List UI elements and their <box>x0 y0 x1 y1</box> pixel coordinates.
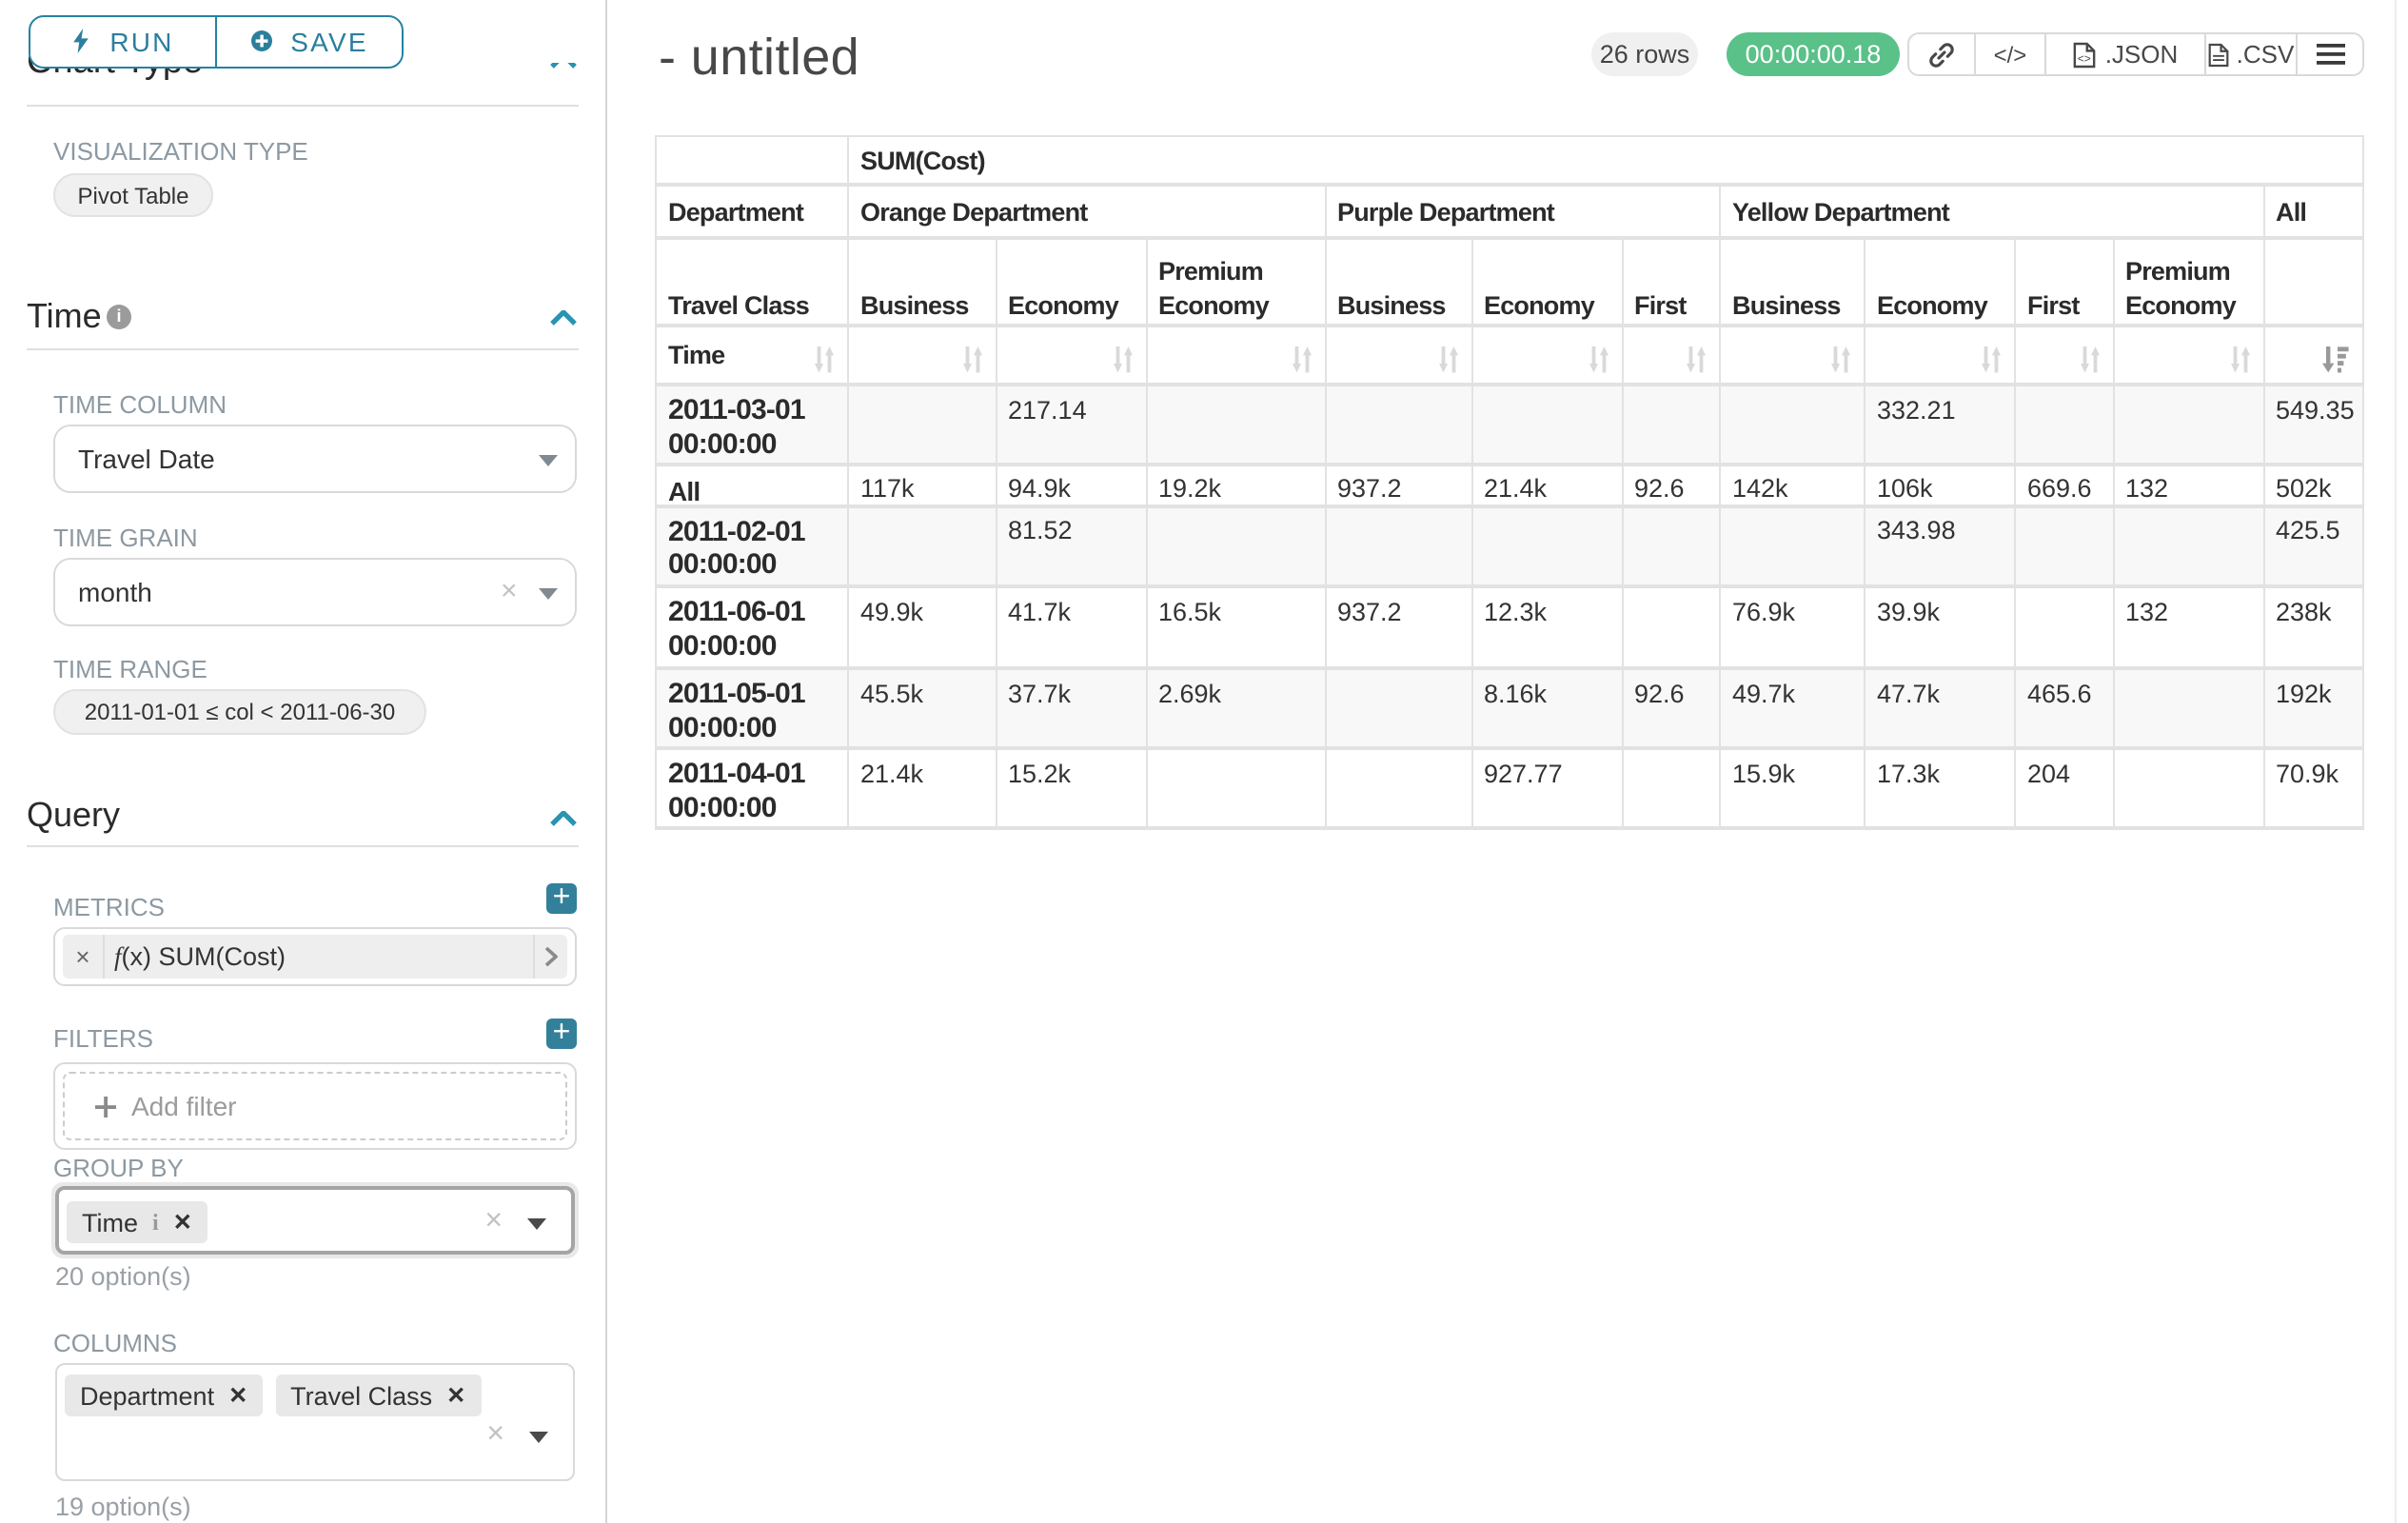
svg-text:<>: <> <box>2077 50 2090 64</box>
